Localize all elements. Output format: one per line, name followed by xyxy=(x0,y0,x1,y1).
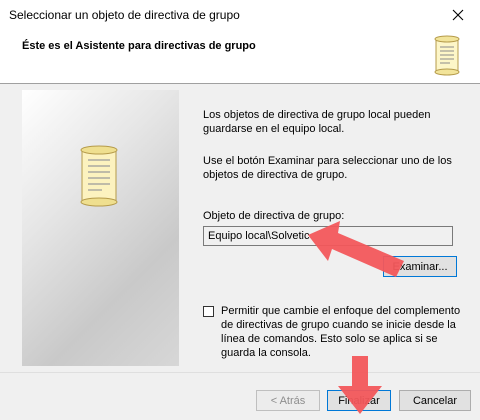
wizard-title: Éste es el Asistente para directivas de … xyxy=(22,40,256,52)
cancel-button[interactable]: Cancelar xyxy=(399,390,471,411)
intro-text: Los objetos de directiva de grupo local … xyxy=(203,109,431,135)
wizard-content: Los objetos de directiva de grupo local … xyxy=(0,84,480,372)
side-panel xyxy=(22,90,179,366)
focus-checkbox-label: Permitir que cambie el enfoque del compl… xyxy=(221,305,461,359)
close-icon xyxy=(452,9,464,21)
window-title: Seleccionar un objeto de directiva de gr… xyxy=(9,8,240,22)
instruction-text: Use el botón Examinar para seleccionar u… xyxy=(203,155,452,181)
scroll-icon xyxy=(434,35,460,76)
scroll-icon xyxy=(80,145,118,207)
back-button[interactable]: < Atrás xyxy=(256,390,320,411)
wizard-header: Éste es el Asistente para directivas de … xyxy=(0,30,480,84)
focus-checkbox[interactable] xyxy=(203,306,214,317)
close-button[interactable] xyxy=(436,0,480,30)
finish-button[interactable]: Finalizar xyxy=(327,390,391,411)
wizard-footer: < Atrás Finalizar Cancelar xyxy=(0,372,480,420)
title-bar: Seleccionar un objeto de directiva de gr… xyxy=(0,0,480,30)
gpo-label: Objeto de directiva de grupo: xyxy=(203,210,345,222)
gpo-field[interactable]: Equipo local\Solvetic xyxy=(203,226,453,246)
examine-button[interactable]: Examinar... xyxy=(383,256,457,277)
